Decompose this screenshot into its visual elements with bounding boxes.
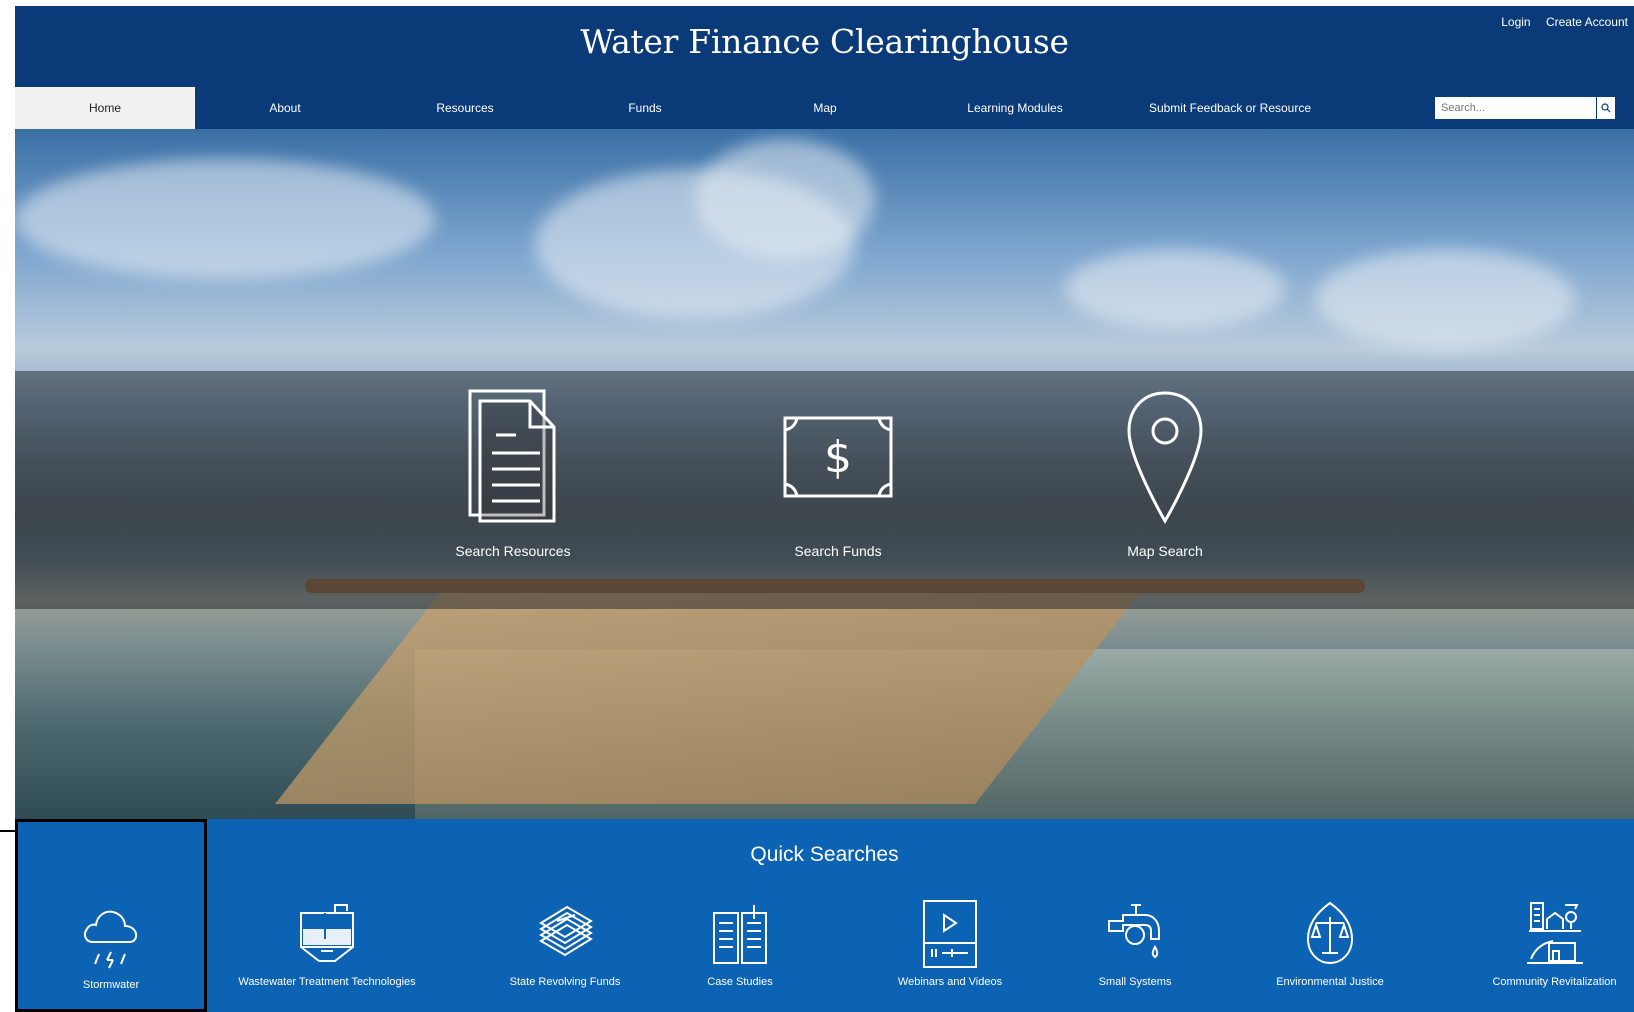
nav-home[interactable]: Home [15,87,195,129]
hero-cloud [15,159,435,279]
hero-banner: Search Resources $ Search Funds Map Sear… [15,129,1634,819]
quick-search-label: Community Revitalization [1492,976,1617,988]
nav-learning-modules[interactable]: Learning Modules [915,87,1115,129]
nav-resources[interactable]: Resources [375,87,555,129]
main-nav: Home About Resources Funds Map Learning … [15,87,1634,129]
login-link[interactable]: Login [1501,15,1530,29]
search-funds-label: Search Funds [794,543,882,559]
video-player-icon [923,900,977,968]
quick-searches: Quick Searches Stormwater Wastewater Tre… [15,819,1634,1012]
nav-funds[interactable]: Funds [555,87,735,129]
create-account-link[interactable]: Create Account [1546,15,1628,29]
quick-search-case-studies[interactable]: Case Studies [665,819,815,1012]
money-stack-icon [539,905,593,957]
nav-submit-feedback[interactable]: Submit Feedback or Resource [1115,87,1345,129]
quick-search-wastewater[interactable]: Wastewater Treatment Technologies [227,819,427,1012]
hero-cloud [1065,249,1285,329]
quick-search-label: Webinars and Videos [897,976,1003,988]
treatment-tank-icon [300,904,354,962]
svg-text:$: $ [824,432,852,483]
open-book-icon [713,905,767,964]
account-links: Login Create Account [1489,15,1628,29]
site-header: Water Finance Clearinghouse Login Create… [15,6,1634,129]
nav-about[interactable]: About [195,87,375,129]
hero-actions: Search Resources $ Search Funds Map Sear… [15,371,1634,609]
quick-search-small-systems[interactable]: Small Systems [1060,819,1210,1012]
quick-search-label: Case Studies [707,976,773,988]
search-funds-action[interactable]: $ Search Funds [738,371,938,609]
search-icon [1601,103,1611,113]
search-box [1435,97,1615,119]
community-icon [1526,902,1583,964]
map-pin-icon [1127,391,1203,524]
quick-search-label: Environmental Justice [1276,976,1384,988]
search-button[interactable] [1596,97,1615,119]
quick-search-label: State Revolving Funds [509,976,621,988]
quick-search-label: Stormwater [82,979,140,991]
selection-callout-line [0,830,15,832]
quick-search-label: Wastewater Treatment Technologies [238,976,416,988]
nav-map[interactable]: Map [735,87,915,129]
rain-cloud-icon [84,910,138,969]
dollar-bill-icon: $ [783,416,893,498]
hero-cloud [1315,249,1575,349]
scales-icon [1306,901,1354,965]
quick-search-community-revitalization[interactable]: Community Revitalization [1475,819,1634,1012]
quick-search-stormwater[interactable]: Stormwater [15,819,207,1012]
search-resources-label: Search Resources [455,543,571,559]
document-icon [468,389,556,523]
page: Water Finance Clearinghouse Login Create… [15,6,1634,1012]
map-search-label: Map Search [1127,543,1203,559]
search-input[interactable] [1435,97,1597,119]
quick-search-state-revolving-funds[interactable]: State Revolving Funds [465,819,665,1012]
map-search-action[interactable]: Map Search [1065,371,1265,609]
quick-search-environmental-justice[interactable]: Environmental Justice [1255,819,1405,1012]
faucet-icon [1108,904,1160,959]
hero-cloud [695,139,875,259]
site-title: Water Finance Clearinghouse [580,22,1069,61]
quick-search-webinars[interactable]: Webinars and Videos [855,819,1045,1012]
search-resources-action[interactable]: Search Resources [413,371,613,609]
quick-search-label: Small Systems [1098,976,1172,988]
